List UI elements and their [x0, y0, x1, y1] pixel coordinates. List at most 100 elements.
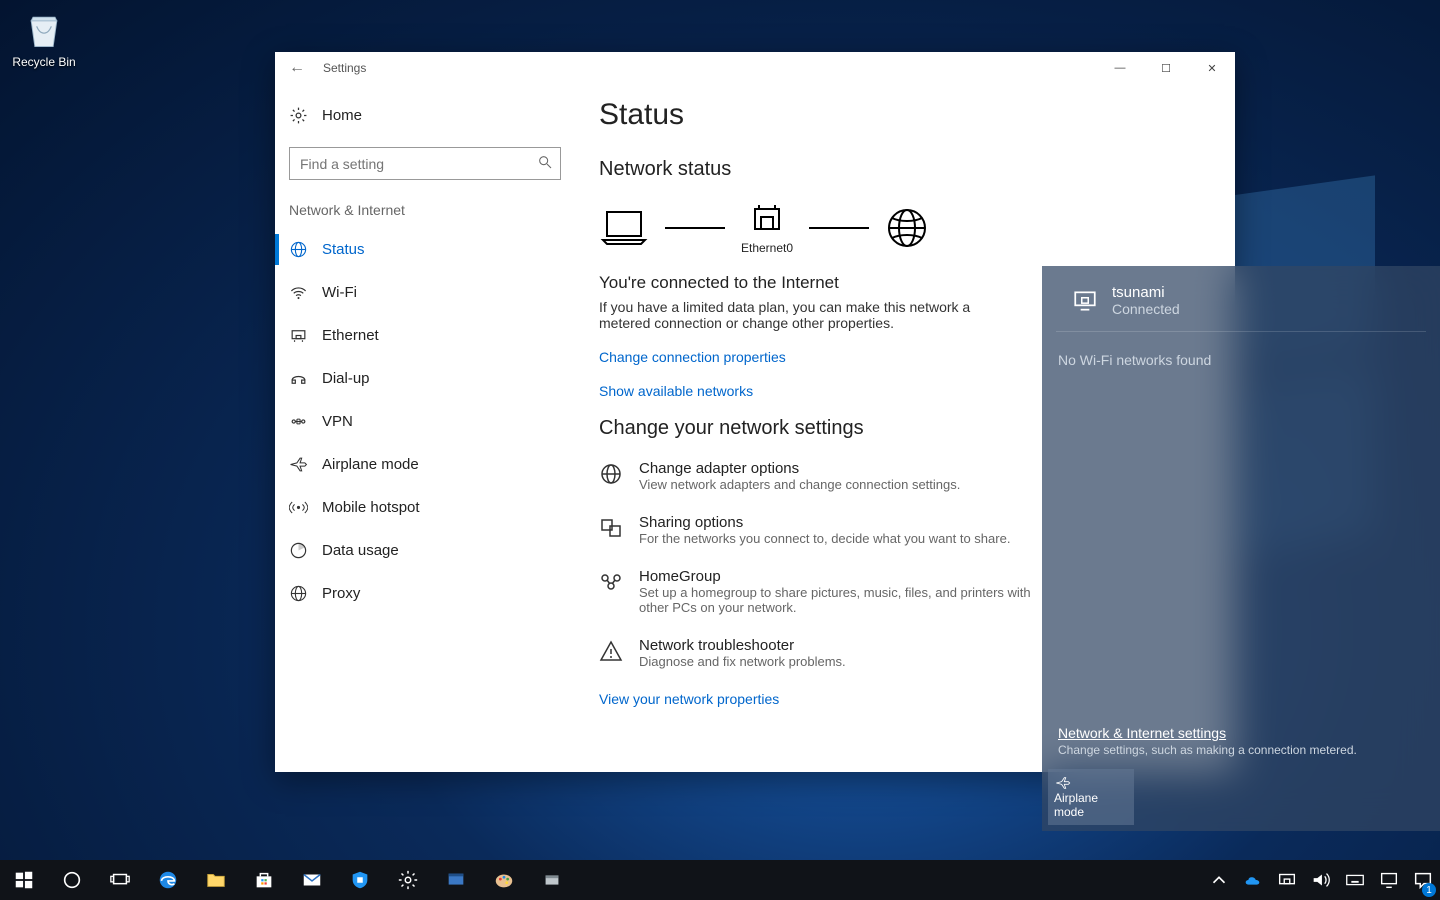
option-desc: For the networks you connect to, decide … — [639, 531, 1010, 546]
section-network-status: Network status — [599, 158, 1211, 181]
back-button[interactable]: ← — [289, 59, 305, 77]
windows-icon — [13, 869, 35, 891]
network-diagram: Ethernet0 — [599, 201, 1211, 255]
taskbar-settings[interactable] — [384, 860, 432, 900]
tray-onedrive[interactable] — [1236, 860, 1270, 900]
edge-icon — [157, 869, 179, 891]
sidebar-item-label: VPN — [322, 413, 353, 430]
app-icon — [541, 869, 563, 891]
gear-icon — [289, 106, 308, 125]
taskbar-security[interactable] — [336, 860, 384, 900]
option-desc: Diagnose and fix network problems. — [639, 654, 846, 669]
cloud-icon — [1242, 869, 1264, 891]
chevron-up-icon — [1208, 869, 1230, 891]
flyout-connected-network[interactable]: tsunami Connected — [1056, 266, 1426, 332]
sidebar-item-ethernet[interactable]: Ethernet — [275, 314, 575, 357]
sidebar-item-vpn[interactable]: VPN — [275, 400, 575, 443]
flyout-settings-desc: Change settings, such as making a connec… — [1058, 743, 1424, 757]
shield-icon — [349, 869, 371, 891]
taskview-icon — [109, 869, 131, 891]
flyout-network-name: tsunami — [1112, 284, 1180, 301]
recycle-bin-label: Recycle Bin — [8, 55, 80, 69]
minimize-button[interactable]: — — [1097, 52, 1143, 84]
taskbar-app-2[interactable] — [528, 860, 576, 900]
tray-overflow[interactable] — [1202, 860, 1236, 900]
sidebar-item-hotspot[interactable]: Mobile hotspot — [275, 486, 575, 529]
home-label: Home — [322, 107, 362, 124]
start-button[interactable] — [0, 860, 48, 900]
recycle-bin-desktop-icon[interactable]: Recycle Bin — [8, 8, 80, 69]
recycle-bin-icon — [22, 8, 66, 52]
sidebar-item-datausage[interactable]: Data usage — [275, 529, 575, 572]
taskbar-explorer[interactable] — [192, 860, 240, 900]
sidebar-category: Network & Internet — [275, 202, 575, 228]
airplane-icon — [289, 455, 308, 474]
globe-icon — [289, 240, 308, 259]
option-desc: View network adapters and change connect… — [639, 477, 960, 492]
sidebar-item-label: Airplane mode — [322, 456, 419, 473]
datausage-icon — [289, 541, 308, 560]
tray-keyboard[interactable] — [1338, 860, 1372, 900]
window-title: Settings — [323, 61, 366, 75]
tray-input[interactable] — [1372, 860, 1406, 900]
globe-icon — [289, 584, 308, 603]
vpn-icon — [289, 412, 308, 431]
homegroup-icon — [599, 570, 623, 594]
flyout-toggle-label: Airplane mode — [1054, 791, 1128, 819]
tray-network[interactable] — [1270, 860, 1304, 900]
flyout-settings-link[interactable]: Network & Internet settings — [1058, 725, 1424, 741]
option-title: Sharing options — [639, 514, 1010, 531]
monitor-icon — [1378, 869, 1400, 891]
cortana-button[interactable] — [48, 860, 96, 900]
settings-sidebar: Home Network & Internet Status Wi-Fi Eth… — [275, 84, 575, 772]
action-center-icon — [1412, 869, 1434, 891]
flyout-network-state: Connected — [1112, 301, 1180, 317]
tray-volume[interactable] — [1304, 860, 1338, 900]
taskbar-store[interactable] — [240, 860, 288, 900]
mail-icon — [301, 869, 323, 891]
close-button[interactable]: ✕ — [1189, 52, 1235, 84]
cortana-icon — [61, 869, 83, 891]
sidebar-item-label: Data usage — [322, 542, 399, 559]
sidebar-item-dialup[interactable]: Dial-up — [275, 357, 575, 400]
taskbar-app-1[interactable] — [432, 860, 480, 900]
sidebar-item-label: Mobile hotspot — [322, 499, 420, 516]
sidebar-item-label: Proxy — [322, 585, 360, 602]
volume-icon — [1310, 869, 1332, 891]
keyboard-icon — [1344, 869, 1366, 891]
wifi-icon — [289, 283, 308, 302]
taskbar-mail[interactable] — [288, 860, 336, 900]
airplane-icon — [1054, 775, 1072, 791]
ethernet-icon — [1276, 869, 1298, 891]
sidebar-item-airplane[interactable]: Airplane mode — [275, 443, 575, 486]
sidebar-item-label: Wi-Fi — [322, 284, 357, 301]
ethernet-monitor-icon — [1072, 288, 1098, 314]
taskbar-paint[interactable] — [480, 860, 528, 900]
option-desc: Set up a homegroup to share pictures, mu… — [639, 585, 1039, 615]
taskbar — [0, 860, 1440, 900]
titlebar: ← Settings — ☐ ✕ — [275, 52, 1235, 84]
taskview-button[interactable] — [96, 860, 144, 900]
folder-icon — [205, 869, 227, 891]
network-flyout: tsunami Connected No Wi-Fi networks foun… — [1042, 266, 1440, 831]
paint-icon — [493, 869, 515, 891]
laptop-icon — [599, 208, 649, 248]
sidebar-item-label: Dial-up — [322, 370, 370, 387]
dialup-icon — [289, 369, 308, 388]
gear-icon — [397, 869, 419, 891]
maximize-button[interactable]: ☐ — [1143, 52, 1189, 84]
sidebar-item-label: Status — [322, 241, 365, 258]
sidebar-item-wifi[interactable]: Wi-Fi — [275, 271, 575, 314]
search-input[interactable] — [289, 147, 561, 180]
troubleshoot-icon — [599, 639, 623, 663]
flyout-airplane-toggle[interactable]: Airplane mode — [1048, 769, 1134, 825]
action-center-button[interactable] — [1406, 860, 1440, 900]
home-row[interactable]: Home — [275, 98, 575, 133]
sharing-icon — [599, 516, 623, 540]
store-icon — [253, 869, 275, 891]
flyout-no-wifi: No Wi-Fi networks found — [1042, 332, 1440, 388]
taskbar-edge[interactable] — [144, 860, 192, 900]
sidebar-item-proxy[interactable]: Proxy — [275, 572, 575, 615]
hotspot-icon — [289, 498, 308, 517]
sidebar-item-status[interactable]: Status — [275, 228, 575, 271]
